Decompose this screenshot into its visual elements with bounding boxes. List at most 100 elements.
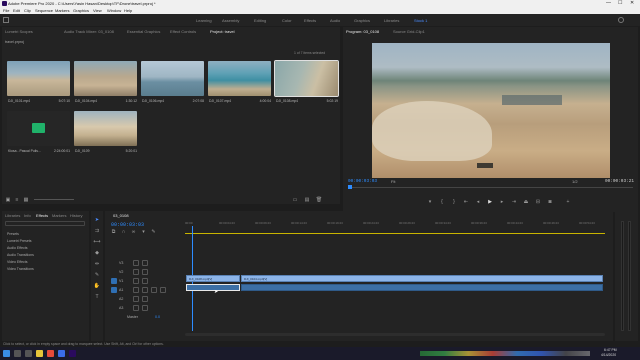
type-tool-icon[interactable]: T [94, 294, 100, 300]
step-back-icon[interactable]: ◂ [475, 199, 481, 205]
workspace-editing[interactable]: Editing [254, 18, 266, 23]
video-preview[interactable] [372, 43, 610, 178]
edge-icon[interactable] [58, 350, 65, 357]
quality-dropdown[interactable]: 1/2 [572, 179, 578, 184]
thumbnail-dji-0106[interactable] [141, 61, 204, 96]
mark-in-icon[interactable]: { [439, 199, 445, 205]
effects-folder-presets[interactable]: Presets [7, 231, 34, 238]
tab-effects[interactable]: Effects [36, 213, 48, 218]
mark-out-icon[interactable]: } [451, 199, 457, 205]
thumbnail-dji-0109[interactable] [74, 111, 137, 146]
menu-help[interactable]: Help [124, 8, 132, 13]
playhead-marker[interactable] [348, 185, 352, 189]
search-icon[interactable] [14, 350, 21, 357]
selection-tool-icon[interactable]: ➤ [94, 217, 100, 223]
lock-track-icon[interactable] [133, 260, 139, 266]
settings-icon[interactable]: + [565, 199, 571, 205]
effects-folder-video-effects[interactable]: Video Effects [7, 259, 34, 266]
file-explorer-icon[interactable] [36, 350, 43, 357]
effects-folder-audio-effects[interactable]: Audio Effects [7, 245, 34, 252]
workspace-color[interactable]: Color [282, 18, 292, 23]
menu-sequence[interactable]: Sequence [35, 8, 53, 13]
effects-search-input[interactable] [5, 221, 85, 226]
linked-selection-icon[interactable]: ∞ [131, 229, 136, 235]
task-view-icon[interactable] [25, 350, 32, 357]
lift-icon[interactable]: ⏏ [523, 199, 529, 205]
workspace-learning[interactable]: Learning [196, 18, 212, 23]
search-icon[interactable] [618, 17, 624, 23]
work-area-bar[interactable] [185, 233, 605, 234]
lock-track-icon[interactable] [133, 296, 139, 302]
eye-icon[interactable] [142, 260, 148, 266]
play-icon[interactable]: ▶ [487, 199, 493, 205]
zoom-slider[interactable] [34, 199, 74, 200]
nest-icon[interactable]: ⧉ [111, 229, 116, 235]
tab-markers[interactable]: Markers [52, 213, 66, 218]
menu-clip[interactable]: Clip [24, 8, 31, 13]
menu-view[interactable]: View [93, 8, 102, 13]
thumbnail-dji-0108[interactable] [274, 60, 339, 97]
tab-essential-graphics[interactable]: Essential Graphics [127, 29, 160, 34]
menu-window[interactable]: Window [107, 8, 121, 13]
track-target-a1[interactable] [111, 287, 117, 293]
track-target-v1[interactable] [111, 278, 117, 284]
trash-icon[interactable]: 🗑 [316, 197, 322, 203]
close-button[interactable]: ✕ [630, 0, 634, 7]
minimize-button[interactable]: — [606, 0, 611, 7]
lock-track-icon[interactable] [133, 269, 139, 275]
mute-icon[interactable] [142, 296, 148, 302]
workspace-graphics[interactable]: Graphics [354, 18, 370, 23]
chrome-icon[interactable] [47, 350, 54, 357]
thumbnail-audio-clip[interactable] [7, 111, 70, 146]
tab-effect-controls[interactable]: Effect Controls [170, 29, 196, 34]
marker-icon[interactable]: ▾ [427, 199, 433, 205]
home-icon[interactable] [3, 17, 9, 23]
menu-graphics[interactable]: Graphics [73, 8, 89, 13]
tab-sequence[interactable]: 03_0108 [113, 213, 129, 218]
eye-icon[interactable] [142, 278, 148, 284]
audio-clip-selected[interactable] [186, 284, 240, 291]
tab-project[interactable]: Project: travel [210, 29, 234, 34]
menu-file[interactable]: File [3, 8, 9, 13]
horizontal-scrollbar[interactable] [185, 333, 605, 336]
workspace-audio[interactable]: Audio [330, 18, 340, 23]
lock-track-icon[interactable] [133, 278, 139, 284]
solo-icon[interactable] [151, 287, 157, 293]
effects-folder-audio-transitions[interactable]: Audio Transitions [7, 252, 34, 259]
menu-edit[interactable]: Edit [13, 8, 20, 13]
maximize-button[interactable]: ☐ [618, 0, 622, 7]
ripple-edit-tool-icon[interactable]: ⟷ [93, 239, 100, 245]
tab-info[interactable]: Info [24, 213, 31, 218]
slip-tool-icon[interactable]: ⇹ [94, 261, 100, 267]
snap-icon[interactable]: ∩ [121, 229, 126, 235]
tray-icons[interactable] [420, 351, 590, 356]
wrench-icon[interactable]: ✎ [151, 229, 156, 235]
video-clip[interactable]: DJI_0104.mp4[V] [241, 275, 603, 282]
effects-folder-lumetri[interactable]: Lumetri Presets [7, 238, 34, 245]
tab-lumetri-scopes[interactable]: Lumetri Scopes [5, 29, 33, 34]
fit-dropdown[interactable]: Fit [391, 179, 395, 184]
tab-program[interactable]: Program: 03_0108 [346, 29, 379, 34]
camera-icon[interactable]: ◙ [547, 199, 553, 205]
tab-source-grid[interactable]: Source Grid-Clip1 [393, 29, 425, 34]
list-view-icon[interactable]: ≡ [14, 197, 20, 203]
workspace-libraries[interactable]: Libraries [384, 18, 399, 23]
timeline-timecode[interactable]: 00:00:03:03 [111, 222, 144, 228]
new-item-icon[interactable]: ▤ [304, 197, 310, 203]
premiere-taskbar-icon[interactable] [69, 350, 76, 357]
thumbnail-dji-0107[interactable] [208, 61, 271, 96]
track-select-tool-icon[interactable]: ⇉ [94, 228, 100, 234]
video-clip[interactable]: DJI_0108.mp4[V] [186, 275, 240, 282]
eye-icon[interactable] [142, 269, 148, 275]
playhead-bar[interactable] [348, 187, 633, 188]
tab-libraries[interactable]: Libraries [5, 213, 20, 218]
lock-track-icon[interactable] [133, 287, 139, 293]
lock-track-icon[interactable] [133, 305, 139, 311]
lock-icon[interactable]: ▣ [5, 197, 11, 203]
razor-tool-icon[interactable]: ◆ [94, 250, 100, 256]
program-timecode[interactable]: 00:00:03:03 [348, 179, 377, 184]
step-forward-icon[interactable]: ▸ [499, 199, 505, 205]
icon-view-icon[interactable]: ▦ [23, 197, 29, 203]
pen-tool-icon[interactable]: ✎ [94, 272, 100, 278]
mute-icon[interactable] [142, 287, 148, 293]
